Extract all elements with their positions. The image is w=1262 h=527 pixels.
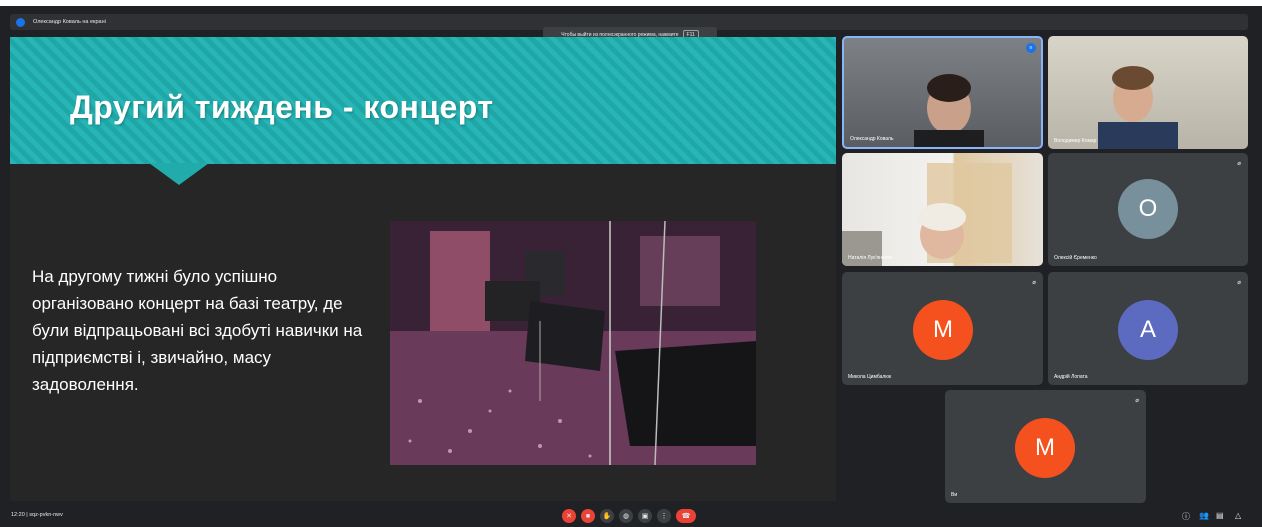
end-call-icon[interactable]: ☎ [676, 509, 696, 523]
separator: | [26, 512, 28, 518]
mic-off-icon: ⌀ [1237, 161, 1241, 167]
info-icon[interactable]: ⓘ [1182, 511, 1190, 522]
bottom-toolbar: 12:20 | sqz-pvkn-nwv ✕ ■ ✋ ◍ ▣ ⋮ ☎ ⓘ 👥 ▤… [0, 506, 1262, 527]
more-icon[interactable]: ⋮ [657, 509, 671, 523]
participant-name: Микола Цимбалюк [848, 374, 892, 380]
participant-video [914, 74, 984, 147]
raise-hand-icon[interactable]: ✋ [600, 509, 614, 523]
slide-banner-pointer [149, 163, 209, 185]
meeting-info: 12:20 | sqz-pvkn-nwv [11, 512, 63, 518]
clock: 12:20 [11, 512, 25, 518]
mic-off-icon: ⌀ [1032, 280, 1036, 286]
participant-name: Олексій Єременко [1054, 255, 1097, 261]
present-icon[interactable]: ▣ [638, 509, 652, 523]
captions-icon[interactable]: ◍ [619, 509, 633, 523]
participant-video [1098, 66, 1178, 149]
participant-tile-oleksii[interactable]: ⌀ О Олексій Єременко [1048, 153, 1248, 266]
slide-body-text: На другому тижні було успішно організова… [32, 267, 363, 394]
mic-off-icon: ⌀ [1135, 398, 1139, 404]
meeting-code: sqz-pvkn-nwv [29, 512, 63, 518]
participant-tile-andrii[interactable]: ⌀ А Андрій Лопата [1048, 272, 1248, 385]
participant-name: Наталія Лук'яненко [848, 255, 893, 261]
participant-tile-self[interactable]: ⌀ М Ви [945, 390, 1146, 503]
participant-tile-volodymyr[interactable]: Володимир Комар [1048, 36, 1248, 149]
camera-off-icon[interactable]: ■ [581, 509, 595, 523]
chat-icon[interactable]: ▤ [1216, 511, 1224, 520]
participant-video [842, 163, 1012, 266]
presenter-label: Олександр Коваль на екрані [33, 19, 106, 25]
present-icon [16, 17, 25, 27]
participant-tile-oleksandr[interactable]: ≡ Олександр Коваль [842, 36, 1043, 149]
activities-icon[interactable]: △ [1235, 511, 1241, 520]
mic-off-icon[interactable]: ✕ [562, 509, 576, 523]
participant-name: Олександр Коваль [850, 136, 894, 142]
avatar: М [1015, 418, 1075, 478]
participant-name: Андрій Лопата [1054, 374, 1088, 380]
speaking-indicator-icon: ≡ [1026, 43, 1036, 53]
avatar: О [1118, 179, 1178, 239]
concert-stage-photo [390, 221, 756, 465]
people-icon[interactable]: 👥 [1199, 511, 1209, 520]
participant-tile-nataliia[interactable]: Наталія Лук'яненко [842, 153, 1043, 266]
mic-off-icon: ⌀ [1237, 280, 1241, 286]
slide-title: Другий тиждень - концерт [70, 89, 494, 125]
meet-window: Олександр Коваль на екрані Чтобы выйти и… [0, 6, 1262, 527]
participant-tile-mykola[interactable]: ⌀ М Микола Цимбалюк [842, 272, 1043, 385]
participant-name: Ви [951, 492, 958, 498]
participant-name: Володимир Комар [1054, 138, 1097, 144]
presentation-slide: Другий тиждень - концерт На другому тижн… [10, 37, 836, 501]
avatar: М [913, 300, 973, 360]
avatar: А [1118, 300, 1178, 360]
